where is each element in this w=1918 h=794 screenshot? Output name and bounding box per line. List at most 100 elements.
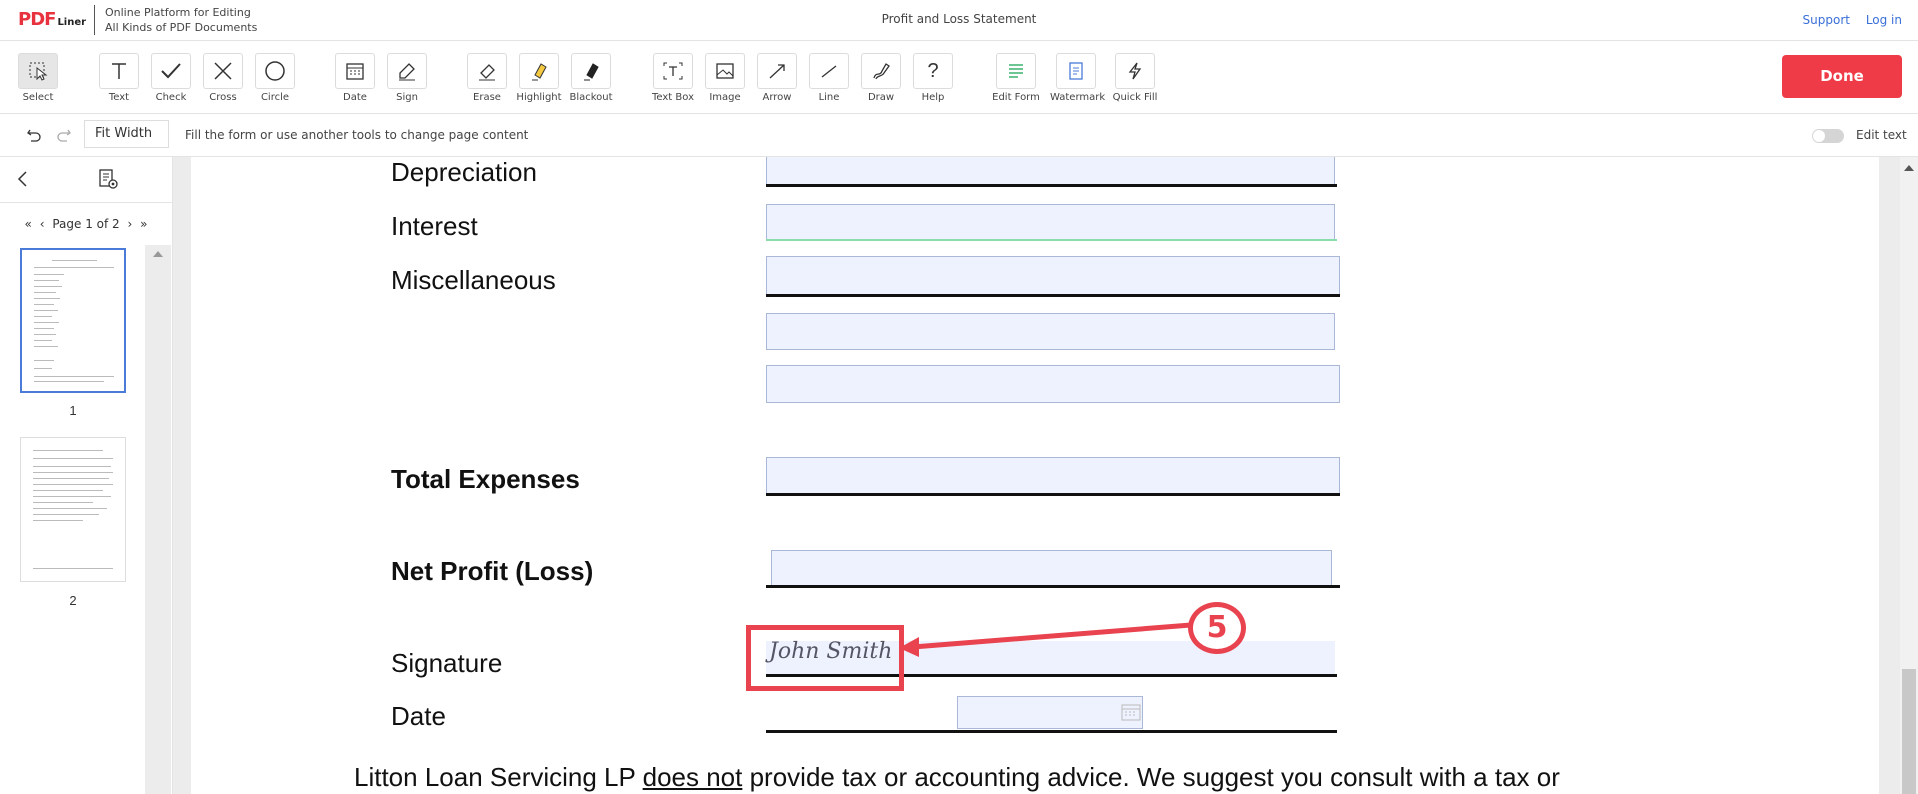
- tool-label: Circle: [260, 92, 290, 103]
- login-link[interactable]: Log in: [1866, 13, 1902, 27]
- tool-erase[interactable]: Erase: [461, 53, 513, 103]
- support-link[interactable]: Support: [1803, 13, 1850, 27]
- page-thumbnails-panel: « ‹ Page 1 of 2 › » 1 2: [0, 157, 173, 794]
- cross-icon: [203, 53, 243, 89]
- tool-text[interactable]: Text: [93, 53, 145, 103]
- interest-field[interactable]: [766, 204, 1335, 241]
- document-scrollbar[interactable]: [1900, 157, 1918, 794]
- underline: [766, 585, 1340, 588]
- scroll-up-icon[interactable]: [153, 251, 163, 257]
- underline: [766, 294, 1340, 297]
- miscellaneous-field-2[interactable]: [766, 313, 1335, 350]
- eraser-icon: [467, 53, 507, 89]
- label-interest: Interest: [391, 211, 478, 241]
- tool-label: Erase: [473, 92, 501, 103]
- step-number-badge: 5: [1188, 602, 1246, 654]
- tool-draw[interactable]: Draw: [855, 53, 907, 103]
- tool-line[interactable]: Line: [803, 53, 855, 103]
- miscellaneous-field-3[interactable]: [766, 365, 1340, 403]
- top-bar: PDF Liner Online Platform for Editing All…: [0, 0, 1918, 41]
- label-miscellaneous: Miscellaneous: [391, 265, 556, 295]
- label-total-expenses: Total Expenses: [391, 464, 580, 494]
- date-field[interactable]: [957, 696, 1143, 729]
- net-profit-field[interactable]: [771, 550, 1332, 586]
- next-page-icon[interactable]: ›: [126, 217, 135, 231]
- logo-divider: [94, 5, 95, 35]
- redo-icon[interactable]: [50, 121, 78, 149]
- callout-arrow: [899, 622, 1192, 657]
- underline: [766, 493, 1340, 496]
- tool-quick-fill[interactable]: Quick Fill: [1109, 53, 1161, 103]
- tool-label: Quick Fill: [1112, 92, 1158, 103]
- watermark-icon: [1056, 53, 1096, 89]
- main-toolbar: Select Text Check Cross Circle Date Sign…: [0, 41, 1918, 114]
- miscellaneous-field[interactable]: [766, 256, 1340, 296]
- label-depreciation: Depreciation: [391, 157, 537, 187]
- tool-label: Text: [108, 92, 130, 103]
- tool-edit-form[interactable]: Edit Form: [990, 53, 1042, 103]
- pdfliner-logo[interactable]: PDF Liner: [18, 9, 86, 30]
- page-number-2: 2: [69, 593, 77, 608]
- tool-blackout[interactable]: Blackout: [565, 53, 617, 103]
- label-date: Date: [391, 701, 446, 731]
- highlight-box: [746, 625, 904, 691]
- tagline-line-2: All Kinds of PDF Documents: [105, 21, 258, 34]
- tool-label: Highlight: [516, 92, 562, 103]
- circle-icon: [255, 53, 295, 89]
- tool-label: Sign: [396, 92, 418, 103]
- tool-date[interactable]: Date: [329, 53, 381, 103]
- tool-image[interactable]: Image: [699, 53, 751, 103]
- lightning-icon: [1115, 53, 1155, 89]
- draw-icon: [861, 53, 901, 89]
- page-indicator: Page 1 of 2: [52, 217, 120, 231]
- tool-sign[interactable]: Sign: [381, 53, 433, 103]
- depreciation-field[interactable]: [766, 157, 1335, 185]
- page-settings-icon[interactable]: [97, 168, 119, 195]
- hint-text: Fill the form or use another tools to ch…: [185, 128, 529, 142]
- first-page-icon[interactable]: «: [23, 217, 34, 231]
- tool-arrow[interactable]: Arrow: [751, 53, 803, 103]
- highlighter-icon: [519, 53, 559, 89]
- collapse-panel-icon[interactable]: [14, 169, 32, 194]
- tool-check[interactable]: Check: [145, 53, 197, 103]
- total-expenses-field[interactable]: [766, 457, 1340, 495]
- page-thumbnail-2[interactable]: [20, 437, 126, 582]
- page-number-1: 1: [69, 403, 77, 418]
- label-net-profit: Net Profit (Loss): [391, 556, 594, 586]
- tool-highlight[interactable]: Highlight: [513, 53, 565, 103]
- prev-page-icon[interactable]: ‹: [38, 217, 47, 231]
- tool-label: Image: [709, 92, 741, 103]
- tool-label: Blackout: [569, 92, 613, 103]
- tool-cross[interactable]: Cross: [197, 53, 249, 103]
- tool-label: Text Box: [652, 92, 694, 103]
- tool-label: Edit Form: [992, 92, 1040, 103]
- page-thumbnail-1[interactable]: [20, 248, 126, 393]
- last-page-icon[interactable]: »: [138, 217, 149, 231]
- pagination: « ‹ Page 1 of 2 › »: [0, 217, 172, 231]
- tool-help[interactable]: ? Help: [907, 53, 959, 103]
- textbox-icon: [653, 53, 693, 89]
- disclaimer-text: Litton Loan Servicing LP does not provid…: [354, 762, 1560, 792]
- underline: [766, 239, 1337, 241]
- tool-label: Select: [22, 92, 54, 103]
- calendar-icon[interactable]: [1121, 702, 1141, 727]
- undo-icon[interactable]: [20, 121, 48, 149]
- zoom-select[interactable]: Fit Width: [84, 120, 169, 148]
- check-icon: [151, 53, 191, 89]
- thumbnail-scrollbar[interactable]: [145, 245, 171, 794]
- scroll-up-icon[interactable]: [1904, 165, 1914, 171]
- tool-label: Line: [818, 92, 840, 103]
- tool-label: Draw: [867, 92, 895, 103]
- underline: [766, 730, 1337, 733]
- done-button[interactable]: Done: [1782, 55, 1902, 98]
- scroll-thumb[interactable]: [1902, 669, 1916, 794]
- tool-text-box[interactable]: Text Box: [647, 53, 699, 103]
- pdf-page: Depreciation Interest Miscellaneous Tota…: [191, 157, 1879, 794]
- tool-watermark[interactable]: Watermark: [1050, 53, 1105, 103]
- tool-select[interactable]: Select: [12, 53, 64, 103]
- tool-circle[interactable]: Circle: [249, 53, 301, 103]
- document-viewer: Depreciation Interest Miscellaneous Tota…: [173, 157, 1918, 794]
- label-signature: Signature: [391, 648, 503, 678]
- edit-text-toggle[interactable]: [1812, 129, 1844, 143]
- tool-label: Check: [155, 92, 187, 103]
